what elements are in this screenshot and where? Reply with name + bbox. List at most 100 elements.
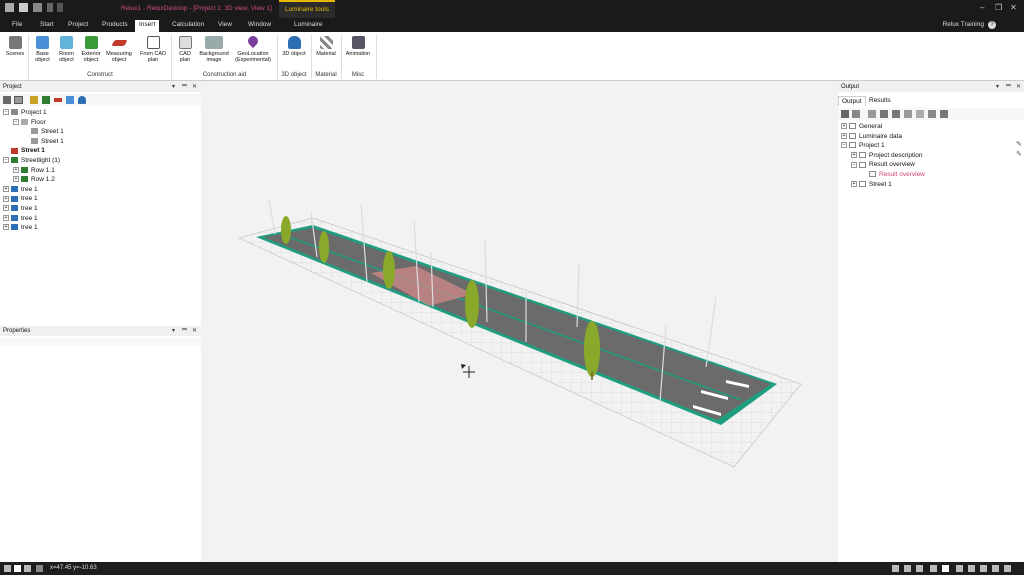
menu-file[interactable]: File <box>8 20 26 32</box>
material-button[interactable]: Material <box>313 36 339 57</box>
view-mode-icon[interactable] <box>14 565 21 572</box>
grid-mode-icon[interactable] <box>24 565 31 572</box>
zoom-in-icon[interactable] <box>904 565 911 572</box>
street-scene[interactable] <box>201 82 837 562</box>
expand-icon[interactable]: + <box>841 123 847 130</box>
panel-close-icon[interactable]: ✕ <box>1016 82 1021 92</box>
menu-insert[interactable]: Insert <box>135 20 160 32</box>
panel-close-icon[interactable]: ✕ <box>192 326 197 336</box>
tab-output[interactable]: Output <box>838 96 866 106</box>
panel-close-icon[interactable]: ✕ <box>192 82 197 92</box>
project-tree-item[interactable]: + Row 1.1 <box>13 166 55 175</box>
help-icon[interactable]: ? <box>988 21 996 29</box>
context-tab-luminaire-tools[interactable]: Luminaire tools <box>279 0 335 18</box>
panel-pin-icon[interactable]: ⎃ <box>182 82 187 92</box>
project-tree-item[interactable]: + tree 1 <box>3 223 38 232</box>
luminaire-icon[interactable] <box>30 96 38 104</box>
minimize-icon[interactable]: – <box>980 3 984 12</box>
fit-icon[interactable] <box>956 565 963 572</box>
project-tree-item[interactable]: + Row 1.2 <box>13 175 55 184</box>
document-icon[interactable] <box>868 110 876 118</box>
output-tree-item[interactable]: + Project description <box>851 151 922 160</box>
table-icon[interactable] <box>916 110 924 118</box>
base-object-button[interactable]: Base object <box>31 36 54 63</box>
close-icon[interactable]: ✕ <box>1010 3 1017 12</box>
project-tree-item[interactable]: + tree 1 <box>3 185 38 194</box>
restore-icon[interactable]: ❐ <box>995 3 1002 12</box>
output-tree-item[interactable]: + General <box>841 122 882 131</box>
3d-object-icon[interactable] <box>78 96 86 104</box>
cad-plan-button[interactable]: CAD plan <box>175 36 195 63</box>
collapse-icon[interactable]: − <box>3 157 9 164</box>
page-icon[interactable] <box>904 110 912 118</box>
animation-button[interactable]: Animation <box>343 36 373 57</box>
collapse-icon[interactable]: − <box>13 118 19 125</box>
view-front-icon[interactable] <box>968 565 975 572</box>
menu-view[interactable]: View <box>214 20 236 32</box>
print-icon[interactable] <box>33 3 42 12</box>
snap-icon[interactable] <box>36 565 43 572</box>
cube-icon[interactable] <box>880 110 888 118</box>
room-object-button[interactable]: Room object <box>55 36 78 63</box>
output-tree-item[interactable]: − Result overview <box>851 160 915 169</box>
scenes-button[interactable]: Scenes <box>4 36 26 57</box>
output-tree-item[interactable]: Result overview <box>861 170 925 179</box>
menu-calculation[interactable]: Calculation <box>168 20 208 32</box>
rotate-icon[interactable] <box>930 565 937 572</box>
exterior-object-button[interactable]: Exterior object <box>79 36 103 63</box>
view-top-icon[interactable] <box>992 565 999 572</box>
panel-pin-icon[interactable]: ⎃ <box>182 326 187 336</box>
expand-icon[interactable]: + <box>3 186 9 193</box>
collapse-icon[interactable]: − <box>851 161 857 168</box>
expand-icon[interactable]: + <box>3 205 9 212</box>
project-tree-item[interactable]: Street 1 <box>23 127 64 136</box>
user-account[interactable]: Relux Training <box>942 21 984 28</box>
expand-icon[interactable]: + <box>13 176 19 183</box>
export-icon[interactable] <box>940 110 948 118</box>
expand-icon[interactable]: + <box>3 195 9 202</box>
zoom-icon[interactable] <box>892 565 899 572</box>
base-object-icon[interactable] <box>66 96 74 104</box>
street-icon[interactable] <box>54 98 62 102</box>
menu-luminaire[interactable]: Luminaire <box>290 20 327 32</box>
background-image-button[interactable]: Background image <box>197 36 231 63</box>
select-mode-icon[interactable] <box>4 565 11 572</box>
pan-icon[interactable] <box>942 565 949 572</box>
collapse-icon[interactable]: − <box>3 109 9 116</box>
project-tree-item[interactable]: + tree 1 <box>3 194 38 203</box>
box-icon[interactable] <box>892 110 900 118</box>
save-icon[interactable] <box>19 3 28 12</box>
measuring-object-button[interactable]: Measuring object <box>104 36 134 63</box>
project-tree-item[interactable]: − Streetlight (1) <box>3 156 60 165</box>
expand-icon[interactable]: + <box>3 224 9 231</box>
project-tree-item[interactable]: − Project 1 <box>3 108 47 117</box>
view-side-icon[interactable] <box>980 565 987 572</box>
chart-icon[interactable] <box>928 110 936 118</box>
panel-menu-icon[interactable]: ▾ <box>172 326 175 336</box>
panel-pin-icon[interactable]: ⎃ <box>1006 82 1011 92</box>
zoom-out-icon[interactable] <box>916 565 923 572</box>
collapse-icon[interactable]: − <box>841 142 847 149</box>
menu-products[interactable]: Products <box>98 20 132 32</box>
view-toggle-icon[interactable] <box>14 96 23 104</box>
output-tree-item[interactable]: + Street 1 <box>851 180 892 189</box>
output-tree-item[interactable]: + Luminaire data <box>841 132 902 141</box>
edit-icon[interactable]: ✎ <box>1016 140 1022 148</box>
from-cad-plan-button[interactable]: From CAD plan <box>137 36 169 63</box>
expand-icon[interactable]: + <box>3 214 9 221</box>
expand-icon[interactable]: + <box>851 152 857 159</box>
panel-menu-icon[interactable]: ▾ <box>172 82 175 92</box>
streetlight-icon[interactable] <box>42 96 50 104</box>
layers-icon[interactable] <box>841 110 849 118</box>
project-tree-item[interactable]: + tree 1 <box>3 214 38 223</box>
3d-object-button[interactable]: 3D object <box>280 36 308 57</box>
project-tree-item[interactable]: Street 1 <box>3 146 45 155</box>
menu-window[interactable]: Window <box>244 20 275 32</box>
panel-menu-icon[interactable]: ▾ <box>996 82 999 92</box>
3d-viewport[interactable] <box>201 82 837 562</box>
project-tree-item[interactable]: + tree 1 <box>3 204 38 213</box>
menu-project[interactable]: Project <box>64 20 92 32</box>
geolocation-button[interactable]: GeoLocation (Experimental) <box>232 33 274 63</box>
expand-icon[interactable]: + <box>851 180 857 187</box>
output-tree-item[interactable]: − Project 1 <box>841 141 885 150</box>
